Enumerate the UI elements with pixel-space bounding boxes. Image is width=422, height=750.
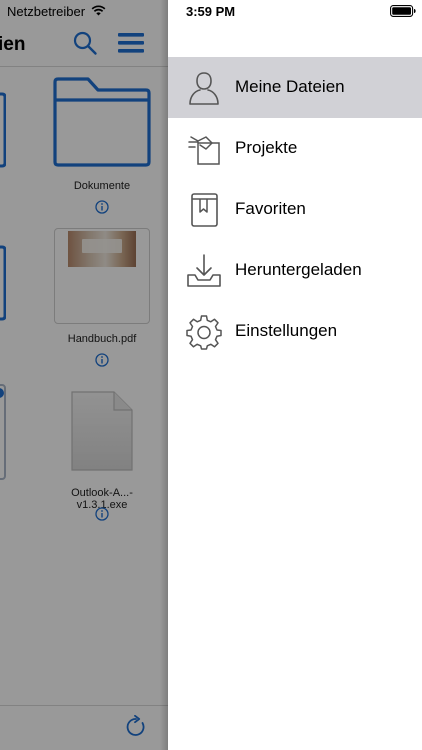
download-tray-icon: [187, 254, 221, 287]
menu-label: Favoriten: [235, 199, 306, 218]
menu-item-favoriten[interactable]: Favoriten: [168, 179, 422, 240]
menu-item-heruntergeladen[interactable]: Heruntergeladen: [168, 240, 422, 301]
bookmark-book-icon: [191, 193, 218, 227]
menu-label: Meine Dateien: [235, 77, 345, 96]
menu-item-projekte[interactable]: Projekte: [168, 118, 422, 179]
menu-item-einstellungen[interactable]: Einstellungen: [168, 301, 422, 362]
menu-label: Heruntergeladen: [235, 260, 362, 279]
projects-icon: [188, 136, 220, 165]
gear-icon: [186, 315, 222, 350]
file-browser-background: Netzbetreiber ien Dokumente Handbuch.pdf…: [0, 0, 168, 750]
side-menu: 3:59 PM Meine Dateien Projekte Favoriten: [168, 0, 422, 750]
menu-label: Projekte: [235, 138, 298, 157]
menu-label: Einstellungen: [235, 321, 338, 340]
person-icon: [189, 72, 219, 105]
menu-item-meine-dateien[interactable]: Meine Dateien: [168, 57, 422, 118]
battery-icon: [390, 5, 416, 17]
drawer-shadow: [160, 0, 168, 750]
dim-overlay[interactable]: [0, 0, 168, 750]
status-time: 3:59 PM: [186, 4, 236, 19]
